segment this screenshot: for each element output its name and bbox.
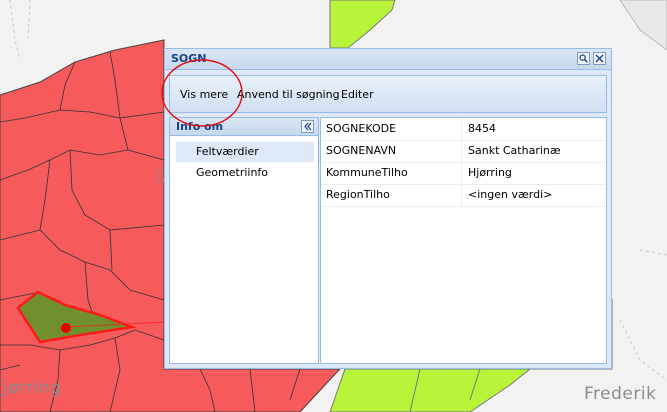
attribute-key: KommuneTilho: [326, 166, 408, 179]
selected-point-marker: [61, 323, 71, 333]
attribute-grid: SOGNEKODE 8454 SOGNENAVN Sankt Catharinæ…: [320, 117, 607, 364]
window-title-bar[interactable]: SOGN: [165, 49, 611, 70]
attribute-row[interactable]: SOGNEKODE 8454: [321, 118, 606, 141]
attribute-key: RegionTilho: [326, 188, 390, 201]
map-label-hjorring: jørring: [3, 378, 62, 398]
attribute-row[interactable]: KommuneTilho Hjørring: [321, 162, 606, 185]
attribute-key: SOGNEKODE: [326, 122, 397, 135]
magnifier-icon[interactable]: [577, 52, 590, 65]
attribute-key: SOGNENAVN: [326, 144, 397, 157]
attribute-value: 8454: [468, 122, 496, 135]
feature-info-window: SOGN Vis mere Anvend til søgning Editer …: [164, 48, 612, 369]
info-panel-header: Info om: [170, 118, 318, 136]
anvend-til-soegning-button[interactable]: Anvend til søgning: [237, 88, 340, 101]
map-label-frederikshavn: Frederik: [584, 384, 657, 404]
attribute-row[interactable]: RegionTilho <ingen værdi>: [321, 184, 606, 207]
close-icon[interactable]: [593, 52, 606, 65]
window-toolbar: Vis mere Anvend til søgning Editer: [169, 75, 607, 113]
attribute-row[interactable]: SOGNENAVN Sankt Catharinæ: [321, 140, 606, 163]
info-panel: Info om Feltværdier Geometriinfo: [169, 117, 319, 364]
nav-item-feltvaerdier[interactable]: Feltværdier: [176, 142, 314, 162]
attribute-value: <ingen værdi>: [468, 188, 553, 201]
editer-button[interactable]: Editer: [341, 88, 374, 101]
attribute-value: Hjørring: [468, 166, 512, 179]
info-panel-title: Info om: [176, 120, 224, 133]
attribute-value: Sankt Catharinæ: [468, 144, 561, 157]
nav-item-geometriinfo[interactable]: Geometriinfo: [176, 163, 314, 183]
vis-mere-button[interactable]: Vis mere: [180, 88, 228, 101]
window-title: SOGN: [171, 52, 207, 65]
collapse-left-icon[interactable]: [301, 120, 314, 133]
